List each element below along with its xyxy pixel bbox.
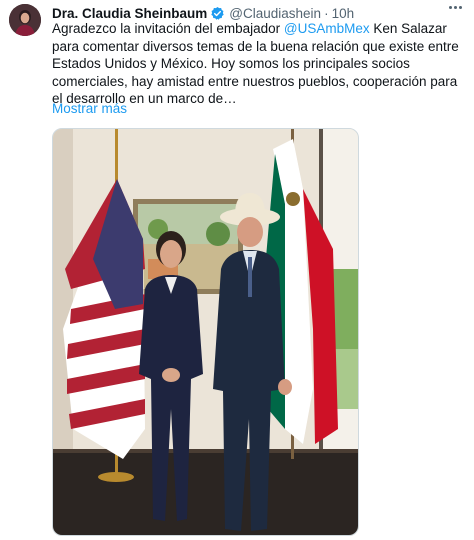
- separator-dot: ·: [324, 5, 329, 21]
- tweet-card[interactable]: Dra. Claudia Sheinbaum @Claudiashein · 1…: [0, 0, 474, 540]
- author-handle[interactable]: @Claudiashein: [229, 6, 321, 21]
- tweet-photo[interactable]: [52, 128, 359, 536]
- verified-badge-icon: [210, 6, 225, 21]
- more-options-icon[interactable]: [449, 6, 462, 9]
- mention-link[interactable]: @USAmbMex: [284, 21, 370, 36]
- tweet-timestamp[interactable]: 10h: [332, 6, 355, 21]
- avatar[interactable]: [9, 4, 41, 36]
- show-more-link[interactable]: Mostrar más: [52, 101, 127, 116]
- author-name[interactable]: Dra. Claudia Sheinbaum: [52, 6, 207, 21]
- tweet-text: Agradezco la invitación del embajador @U…: [52, 20, 466, 108]
- tweet-text-part: Agradezco la invitación del embajador: [52, 21, 284, 36]
